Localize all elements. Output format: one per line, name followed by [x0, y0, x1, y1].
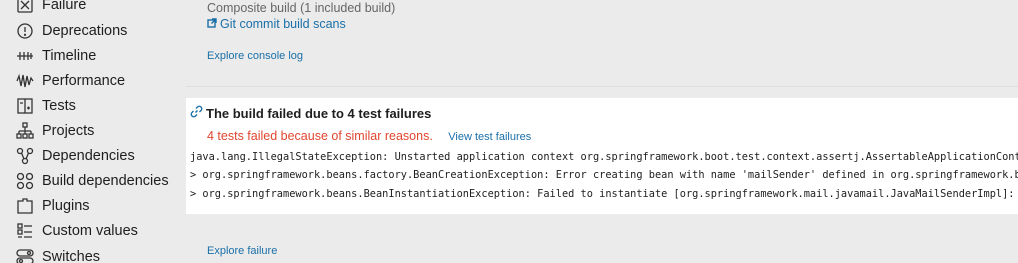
failure-summary-line: 4 tests failed because of similar reason… — [207, 129, 531, 143]
sidebar-item-switches[interactable]: Switches — [0, 244, 186, 263]
stack-trace-line: > org.springframework.beans.factory.Bean… — [190, 169, 1018, 181]
performance-icon — [16, 72, 34, 90]
external-link-icon — [207, 17, 217, 31]
sidebar: Failure Deprecations Timeline Performanc… — [0, 0, 186, 263]
failure-title: The build failed due to 4 test failures — [190, 105, 431, 121]
explore-console-log-link[interactable]: Explore console log — [207, 50, 303, 62]
switches-icon — [16, 248, 34, 263]
failure-icon — [16, 0, 34, 14]
timeline-icon — [16, 47, 34, 65]
git-commit-build-scans-label: Git commit build scans — [220, 17, 346, 31]
stack-trace-line: > org.springframework.beans.BeanInstanti… — [190, 188, 1015, 200]
sidebar-item-dependencies[interactable]: Dependencies — [0, 143, 186, 168]
explore-failure-link[interactable]: Explore failure — [207, 245, 277, 257]
sidebar-item-label: Timeline — [42, 47, 97, 64]
sidebar-item-tests[interactable]: Tests — [0, 93, 186, 118]
link-icon[interactable] — [190, 105, 203, 121]
tests-icon — [16, 97, 34, 115]
build-dependencies-icon — [16, 172, 34, 190]
sidebar-item-label: Failure — [42, 0, 87, 13]
sidebar-item-build-dependencies[interactable]: Build dependencies — [0, 168, 186, 193]
sidebar-item-failure[interactable]: Failure — [0, 0, 186, 17]
sidebar-item-plugins[interactable]: Plugins — [0, 193, 186, 218]
sidebar-item-custom-values[interactable]: Custom values — [0, 218, 186, 243]
sidebar-item-performance[interactable]: Performance — [0, 68, 186, 93]
git-commit-build-scans-link[interactable]: Git commit build scans — [207, 17, 346, 31]
divider — [186, 86, 1018, 87]
sidebar-item-projects[interactable]: Projects — [0, 118, 186, 143]
sidebar-item-label: Build dependencies — [42, 172, 169, 189]
custom-values-icon — [16, 222, 34, 240]
failure-summary-text: 4 tests failed because of similar reason… — [207, 129, 433, 143]
stack-trace-line: java.lang.IllegalStateException: Unstart… — [190, 151, 1018, 163]
projects-icon — [16, 121, 34, 140]
deprecations-icon — [16, 22, 34, 40]
sidebar-item-label: Deprecations — [42, 22, 128, 39]
sidebar-item-label: Custom values — [42, 222, 138, 239]
sidebar-item-label: Tests — [42, 97, 76, 114]
sidebar-item-deprecations[interactable]: Deprecations — [0, 18, 186, 43]
sidebar-item-label: Switches — [42, 248, 101, 263]
main-content: Composite build (1 included build) Git c… — [186, 0, 1018, 263]
sidebar-item-timeline[interactable]: Timeline — [0, 43, 186, 68]
composite-build-text: Composite build (1 included build) — [207, 1, 396, 15]
sidebar-item-label: Plugins — [42, 197, 90, 214]
failure-card: The build failed due to 4 test failures … — [186, 98, 1018, 214]
sidebar-item-label: Projects — [42, 122, 95, 139]
dependencies-icon — [16, 147, 34, 165]
sidebar-item-label: Performance — [42, 72, 126, 89]
view-test-failures-link[interactable]: View test failures — [448, 131, 531, 143]
sidebar-item-label: Dependencies — [42, 147, 135, 164]
plugins-icon — [16, 197, 34, 215]
failure-title-text: The build failed due to 4 test failures — [206, 105, 432, 121]
